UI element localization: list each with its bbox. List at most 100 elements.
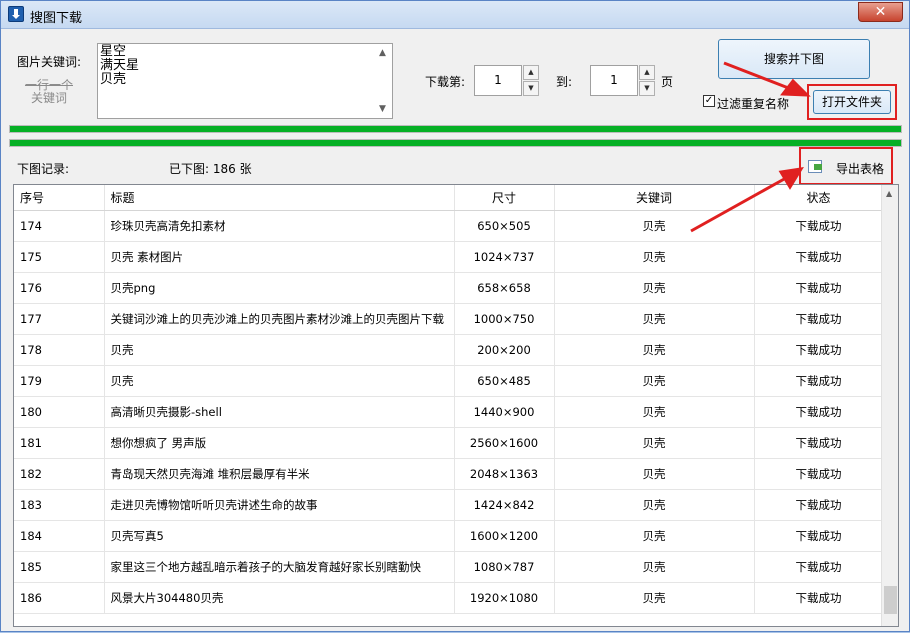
cell-index: 178 <box>14 334 105 366</box>
export-table-label: 导出表格 <box>836 162 885 176</box>
cell-index: 182 <box>14 458 105 490</box>
cell-keyword: 贝壳 <box>554 396 755 428</box>
cell-index: 175 <box>14 241 105 273</box>
header-status[interactable]: 状态 <box>754 185 884 211</box>
increment-icon[interactable]: ▲ <box>639 65 655 80</box>
close-button[interactable]: ✕ <box>858 2 903 22</box>
to-page-stepper[interactable]: ▲ ▼ <box>639 65 655 96</box>
cell-status: 下载成功 <box>754 210 884 242</box>
cell-size: 1600×1200 <box>454 520 555 552</box>
table-row[interactable]: 175 贝壳 素材图片 1024×737 贝壳 下载成功 <box>14 241 884 273</box>
table-row[interactable]: 180 高清晰贝壳摄影-shell 1440×900 贝壳 下载成功 <box>14 396 884 428</box>
decrement-icon[interactable]: ▼ <box>639 81 655 96</box>
cell-keyword: 贝壳 <box>554 272 755 304</box>
app-window: 搜图下载 ✕ 图片关键词: 一行一个 关键词 星空 满天星 贝壳 ▲ ▼ 下载第… <box>0 0 910 632</box>
cell-index: 185 <box>14 551 105 583</box>
cell-status: 下载成功 <box>754 520 884 552</box>
download-from-label: 下载第: <box>425 75 466 89</box>
header-title[interactable]: 标题 <box>104 185 455 211</box>
search-and-download-button[interactable]: 搜索并下图 <box>718 39 870 79</box>
cell-status: 下载成功 <box>754 365 884 397</box>
table-row[interactable]: 186 风景大片304480贝壳 1920×1080 贝壳 下载成功 <box>14 582 884 614</box>
header-index[interactable]: 序号 <box>14 185 105 211</box>
cell-status: 下载成功 <box>754 489 884 521</box>
cell-keyword: 贝壳 <box>554 458 755 490</box>
cell-index: 186 <box>14 582 105 614</box>
cell-index: 180 <box>14 396 105 428</box>
cell-keyword: 贝壳 <box>554 582 755 614</box>
from-page-stepper[interactable]: ▲ ▼ <box>523 65 539 96</box>
cell-index: 174 <box>14 210 105 242</box>
cell-status: 下载成功 <box>754 396 884 428</box>
table-row[interactable]: 183 走进贝壳博物馆听听贝壳讲述生命的故事 1424×842 贝壳 下载成功 <box>14 489 884 521</box>
cell-keyword: 贝壳 <box>554 334 755 366</box>
cell-index: 181 <box>14 427 105 459</box>
chevron-up-icon[interactable]: ▲ <box>379 46 386 60</box>
cell-index: 177 <box>14 303 105 335</box>
filter-duplicates-checkbox[interactable]: ✓ <box>703 95 715 107</box>
keyword-textarea[interactable]: 星空 满天星 贝壳 ▲ ▼ <box>97 43 393 119</box>
cell-size: 650×485 <box>454 365 555 397</box>
download-to-label: 到: <box>556 75 573 89</box>
download-records-label: 下图记录: <box>17 162 70 176</box>
table-row[interactable]: 176 贝壳png 658×658 贝壳 下载成功 <box>14 272 884 304</box>
cell-keyword: 贝壳 <box>554 303 755 335</box>
cell-status: 下载成功 <box>754 303 884 335</box>
scroll-thumb[interactable] <box>884 586 897 614</box>
table-row[interactable]: 182 青岛现天然贝壳海滩 堆积层最厚有半米 2048×1363 贝壳 下载成功 <box>14 458 884 490</box>
chevron-down-icon[interactable]: ▼ <box>379 102 386 116</box>
cell-status: 下载成功 <box>754 582 884 614</box>
cell-keyword: 贝壳 <box>554 520 755 552</box>
keyword-hint: 一行一个 关键词 <box>23 79 75 105</box>
records-table[interactable]: 序号 标题 尺寸 关键词 状态 174 珍珠贝壳高清免扣素材 650×505 贝壳 下载… <box>13 184 899 627</box>
cell-size: 658×658 <box>454 272 555 304</box>
table-row[interactable]: 177 关键词沙滩上的贝壳沙滩上的贝壳图片素材沙滩上的贝壳图片下载 1000×750… <box>14 303 884 335</box>
from-page-input[interactable]: 1 <box>474 65 522 96</box>
to-page-input[interactable]: 1 <box>590 65 638 96</box>
cell-index: 183 <box>14 489 105 521</box>
cell-index: 176 <box>14 272 105 304</box>
table-row[interactable]: 185 家里这三个地方越乱暗示着孩子的大脑发育越好家长别瞎勤快 1080×787 贝壳… <box>14 551 884 583</box>
table-row[interactable]: 179 贝壳 650×485 贝壳 下载成功 <box>14 365 884 397</box>
filter-duplicates-label: 过滤重复名称 <box>717 97 790 111</box>
progress-bar-2 <box>9 139 902 147</box>
progress-bar-1 <box>9 125 902 133</box>
table-scrollbar[interactable]: ▲ <box>881 185 898 626</box>
cell-index: 184 <box>14 520 105 552</box>
cell-title: 贝壳 <box>104 334 455 366</box>
decrement-icon[interactable]: ▼ <box>523 81 539 96</box>
header-keyword[interactable]: 关键词 <box>554 185 755 211</box>
cell-size: 200×200 <box>454 334 555 366</box>
chevron-up-icon[interactable]: ▲ <box>886 189 892 198</box>
cell-title: 想你想疯了 男声版 <box>104 427 455 459</box>
increment-icon[interactable]: ▲ <box>523 65 539 80</box>
cell-size: 1024×737 <box>454 241 555 273</box>
title-bar[interactable]: 搜图下载 ✕ <box>1 1 909 29</box>
table-row[interactable]: 174 珍珠贝壳高清免扣素材 650×505 贝壳 下载成功 <box>14 210 884 242</box>
header-size[interactable]: 尺寸 <box>454 185 555 211</box>
open-folder-button[interactable]: 打开文件夹 <box>813 90 891 114</box>
cell-title: 贝壳png <box>104 272 455 304</box>
cell-title: 家里这三个地方越乱暗示着孩子的大脑发育越好家长别瞎勤快 <box>104 551 455 583</box>
table-row[interactable]: 178 贝壳 200×200 贝壳 下载成功 <box>14 334 884 366</box>
cell-status: 下载成功 <box>754 458 884 490</box>
cell-size: 1080×787 <box>454 551 555 583</box>
cell-title: 关键词沙滩上的贝壳沙滩上的贝壳图片素材沙滩上的贝壳图片下载 <box>104 303 455 335</box>
cell-status: 下载成功 <box>754 427 884 459</box>
keyword-line: 满天星 <box>100 58 140 73</box>
table-header-row: 序号 标题 尺寸 关键词 状态 <box>14 185 884 211</box>
keyword-hint-line2: 关键词 <box>30 91 67 105</box>
cell-title: 青岛现天然贝壳海滩 堆积层最厚有半米 <box>104 458 455 490</box>
cell-size: 1920×1080 <box>454 582 555 614</box>
progress-fill-2 <box>10 140 901 146</box>
keyword-scrollbar[interactable]: ▲ ▼ <box>377 45 391 117</box>
progress-fill-1 <box>10 126 901 132</box>
keyword-line: 星空 <box>100 44 127 59</box>
cell-title: 贝壳 <box>104 365 455 397</box>
export-table-button[interactable]: 导出表格 <box>805 155 887 179</box>
page-unit-label: 页 <box>661 75 674 89</box>
cell-status: 下载成功 <box>754 241 884 273</box>
table-row[interactable]: 181 想你想疯了 男声版 2560×1600 贝壳 下载成功 <box>14 427 884 459</box>
export-sheet-icon <box>808 160 822 173</box>
table-row[interactable]: 184 贝壳写真5 1600×1200 贝壳 下载成功 <box>14 520 884 552</box>
